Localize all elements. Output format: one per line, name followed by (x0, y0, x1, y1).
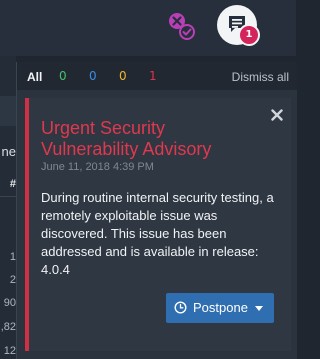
tab-all[interactable]: All (27, 70, 42, 84)
notification-card: Urgent Security Vulnerability Advisory J… (25, 98, 291, 351)
tab-warning-count[interactable]: 0 (119, 69, 127, 83)
background-row (0, 96, 16, 126)
top-bar: 1 (0, 0, 296, 56)
notification-filter-tabs: All 0 0 0 1 Dismiss all (17, 62, 297, 90)
dismiss-all-link[interactable]: Dismiss all (232, 70, 289, 84)
notifications-button[interactable]: 1 (217, 5, 260, 46)
background-table: ne # 1 2 90 ,82 12 (0, 56, 16, 359)
notification-count-badge: 1 (238, 24, 260, 46)
tasks-close-icon[interactable] (167, 12, 197, 42)
background-cell-fragment: ,82 (0, 321, 16, 333)
background-cell-fragment: 1 (9, 251, 16, 263)
background-cell-fragment: 2 (9, 274, 16, 286)
close-icon[interactable] (271, 108, 283, 121)
postpone-button[interactable]: Postpone (166, 293, 274, 323)
notification-message: During routine internal security testing… (41, 190, 274, 277)
notifications-panel: All 0 0 0 1 Dismiss all Urgent Security … (16, 62, 297, 359)
notification-timestamp: June 11, 2018 4:39 PM (41, 161, 154, 173)
background-cell-fragment: 90 (3, 297, 16, 309)
background-cell-fragment: 12 (3, 345, 16, 357)
notification-title: Urgent Security Vulnerability Advisory (41, 118, 212, 159)
postpone-label: Postpone (193, 300, 248, 315)
tab-info-count[interactable]: 0 (89, 69, 97, 83)
tab-critical-count[interactable]: 1 (149, 69, 157, 83)
divider (0, 196, 16, 197)
chevron-down-icon (255, 306, 263, 311)
background-header-fragment: ne (1, 144, 16, 159)
background-column-fragment: # (9, 178, 16, 190)
clock-icon (174, 301, 187, 314)
tab-success-count[interactable]: 0 (59, 69, 67, 83)
